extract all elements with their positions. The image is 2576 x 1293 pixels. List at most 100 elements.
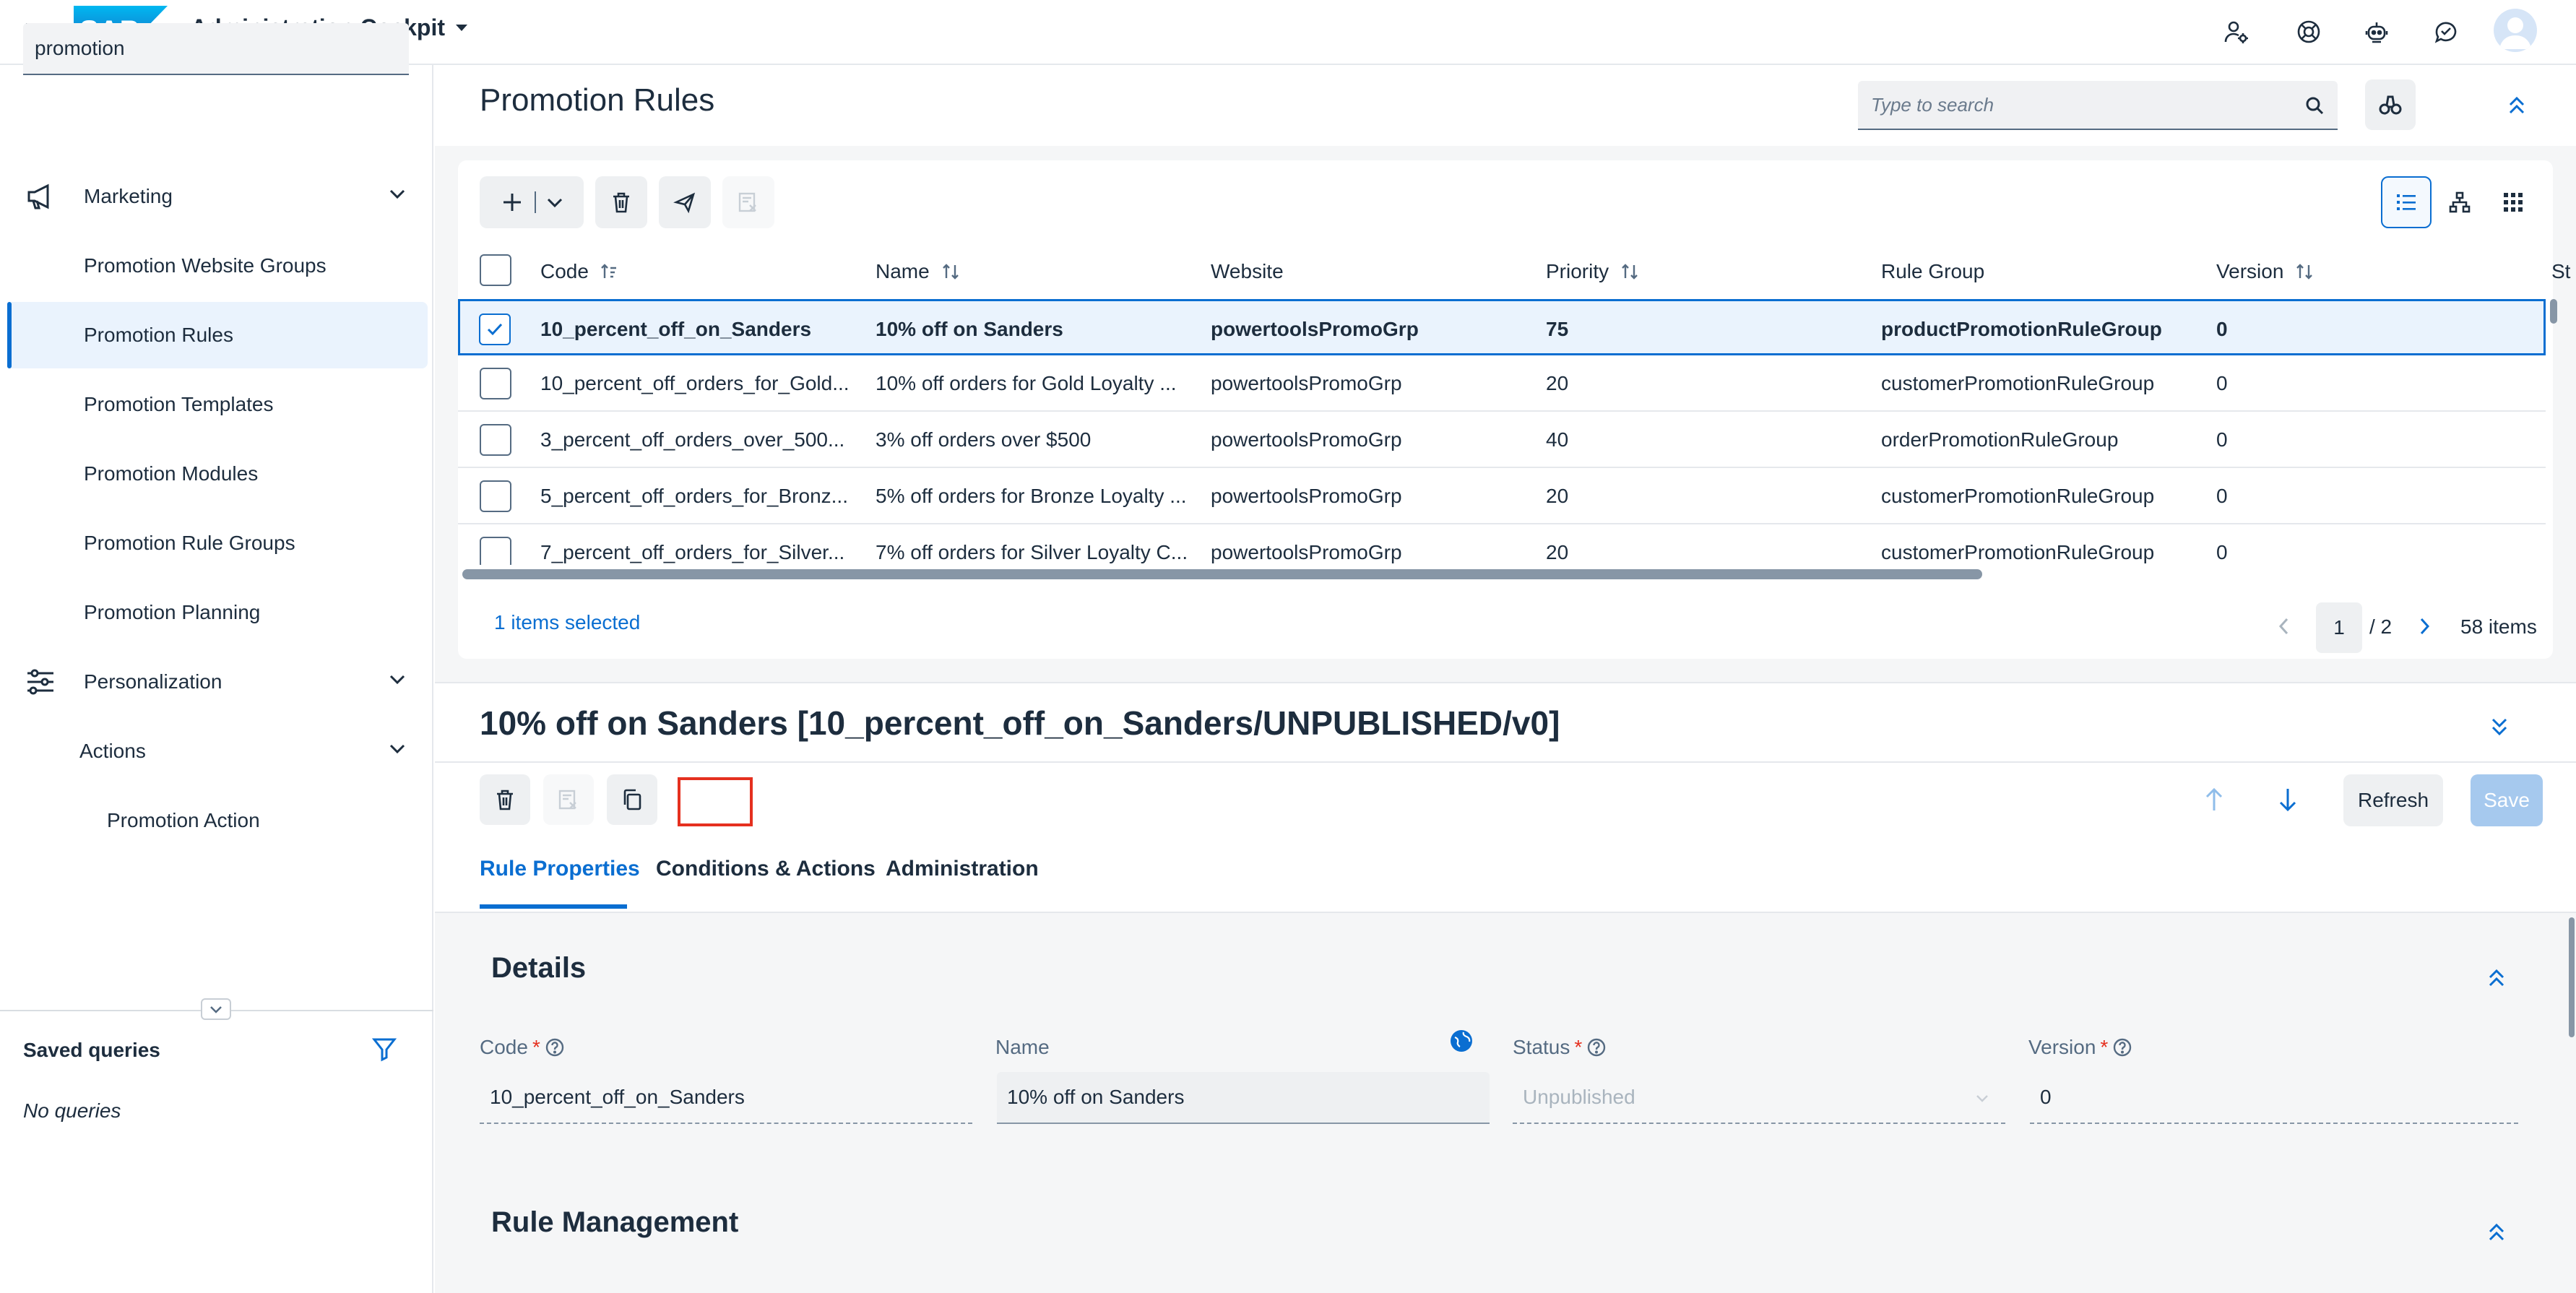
tab-conditions-actions[interactable]: Conditions & Actions <box>656 857 876 881</box>
cell-priority: 20 <box>1546 372 1569 394</box>
cell-version: 0 <box>2216 428 2228 451</box>
chevron-down-icon <box>389 744 405 754</box>
cell-code: 5_percent_off_orders_for_Bronz... <box>540 485 848 507</box>
previous-item-button[interactable] <box>2196 774 2232 825</box>
delete-button[interactable] <box>595 176 647 228</box>
next-item-button[interactable] <box>2270 774 2306 825</box>
column-header-code[interactable]: Code <box>540 257 619 286</box>
table-row[interactable]: 7_percent_off_orders_for_Silver... 7% of… <box>458 524 2546 565</box>
sidebar-item-promotion-templates[interactable]: Promotion Templates <box>7 371 428 438</box>
chevron-down-icon <box>389 675 405 685</box>
previous-page-icon[interactable] <box>2275 615 2293 637</box>
collapse-header-icon[interactable] <box>2502 91 2531 120</box>
grid-view-button[interactable] <box>2488 176 2538 228</box>
table-row[interactable]: 3_percent_off_orders_over_500... 3% off … <box>458 412 2546 468</box>
field-label-text: Status <box>1513 1036 1570 1058</box>
column-header-rule-group[interactable]: Rule Group <box>1881 257 1984 286</box>
cell-priority: 75 <box>1546 318 1569 340</box>
active-tab-indicator <box>480 904 627 909</box>
name-field[interactable]: 10% off on Sanders <box>997 1072 1490 1124</box>
sidebar-item-promotion-action[interactable]: Promotion Action <box>7 787 428 854</box>
status-label: Status * <box>1513 1036 1607 1059</box>
row-checkbox-checked[interactable] <box>479 313 511 345</box>
unpublish-button[interactable] <box>722 176 774 228</box>
cell-website: powertoolsPromoGrp <box>1211 485 1402 507</box>
add-menu-button[interactable] <box>480 176 584 228</box>
table-row[interactable]: 5_percent_off_orders_for_Bronz... 5% off… <box>458 468 2546 524</box>
arrow-down-icon <box>2279 789 2296 812</box>
sidebar-subgroup-actions[interactable]: Actions <box>7 718 428 784</box>
cell-rule-group: customerPromotionRuleGroup <box>1881 372 2155 394</box>
code-field[interactable]: 10_percent_off_on_Sanders <box>480 1072 972 1124</box>
column-label: Code <box>540 260 589 282</box>
table-row[interactable]: 10_percent_off_orders_for_Gold... 10% of… <box>458 355 2546 412</box>
tree-view-button[interactable] <box>2434 176 2485 228</box>
vertical-scrollbar[interactable] <box>2550 299 2557 324</box>
row-checkbox[interactable] <box>480 537 511 565</box>
cell-rule-group: customerPromotionRuleGroup <box>1881 485 2155 507</box>
column-header-website[interactable]: Website <box>1211 257 1284 286</box>
highlight-box[interactable] <box>678 777 753 826</box>
help-icon[interactable] <box>2112 1037 2132 1058</box>
collapse-section-icon[interactable] <box>2482 1218 2511 1247</box>
sort-ascending-icon <box>601 264 616 278</box>
sidebar-item-promotion-planning[interactable]: Promotion Planning <box>7 579 428 646</box>
filter-icon[interactable] <box>371 1036 397 1062</box>
user-settings-icon[interactable] <box>2216 12 2257 52</box>
sidebar-item-promotion-modules[interactable]: Promotion Modules <box>7 441 428 507</box>
tab-administration[interactable]: Administration <box>886 857 1039 881</box>
sidebar-item-promotion-rule-groups[interactable]: Promotion Rule Groups <box>7 510 428 576</box>
clear-rule-icon <box>558 790 576 810</box>
clone-button[interactable] <box>607 774 657 825</box>
column-header-name[interactable]: Name <box>876 257 960 286</box>
collapse-section-icon[interactable] <box>2482 964 2511 993</box>
column-header-version[interactable]: Version <box>2216 257 2314 286</box>
page-number-input[interactable]: 1 <box>2316 602 2362 653</box>
sidebar-item-promotion-rules[interactable]: Promotion Rules <box>7 302 428 368</box>
refresh-button[interactable]: Refresh <box>2343 774 2443 826</box>
support-icon[interactable] <box>2288 12 2329 52</box>
column-header-status[interactable]: St <box>2551 257 2573 286</box>
horizontal-scrollbar[interactable] <box>462 569 1982 579</box>
row-checkbox[interactable] <box>480 424 511 456</box>
sidebar-item-promotion-website-groups[interactable]: Promotion Website Groups <box>7 233 428 299</box>
row-checkbox[interactable] <box>480 368 511 399</box>
chevron-down-icon <box>389 189 405 199</box>
column-header-priority[interactable]: Priority <box>1546 257 1639 286</box>
version-field[interactable]: 0 <box>2030 1072 2518 1124</box>
advanced-search-button[interactable] <box>2365 79 2416 130</box>
publish-button[interactable] <box>659 176 711 228</box>
search-input[interactable]: Type to search <box>1858 81 2338 130</box>
save-button[interactable]: Save <box>2471 774 2543 826</box>
sidebar-group-marketing[interactable]: Marketing <box>7 163 428 230</box>
search-icon[interactable] <box>2304 95 2325 116</box>
row-checkbox-cell[interactable] <box>479 301 511 358</box>
navigation-search-input[interactable]: promotion <box>23 23 409 75</box>
help-icon[interactable] <box>1586 1037 1607 1058</box>
list-icon <box>2397 194 2416 210</box>
tab-rule-properties[interactable]: Rule Properties <box>480 857 640 881</box>
status-select[interactable]: Unpublished <box>1513 1072 2005 1124</box>
table-row[interactable]: 10_percent_off_on_Sanders 10% off on San… <box>458 299 2546 355</box>
feedback-icon[interactable] <box>2426 12 2466 52</box>
vertical-scrollbar[interactable] <box>2569 917 2575 1037</box>
collapse-detail-icon[interactable] <box>2485 712 2514 741</box>
splitter-handle[interactable] <box>201 998 231 1020</box>
name-label: Name <box>995 1036 1050 1059</box>
plus-icon <box>503 194 521 211</box>
arrow-up-icon <box>2205 787 2223 810</box>
sidebar-group-personalization[interactable]: Personalization <box>7 649 428 715</box>
help-icon[interactable] <box>545 1037 565 1058</box>
no-queries-text: No queries <box>23 1099 121 1122</box>
list-view-button[interactable] <box>2381 176 2432 228</box>
row-checkbox[interactable] <box>480 480 511 512</box>
next-page-icon[interactable] <box>2416 615 2433 637</box>
robot-icon[interactable] <box>2356 12 2397 52</box>
cell-name: 7% off orders for Silver Loyalty C... <box>876 541 1188 563</box>
unpublish-button[interactable] <box>543 774 594 825</box>
select-all-checkbox[interactable] <box>480 254 511 286</box>
avatar[interactable] <box>2494 9 2537 52</box>
sidebar-item-label: Personalization <box>84 670 222 693</box>
globe-icon[interactable] <box>1449 1029 1474 1053</box>
delete-button[interactable] <box>480 774 530 825</box>
